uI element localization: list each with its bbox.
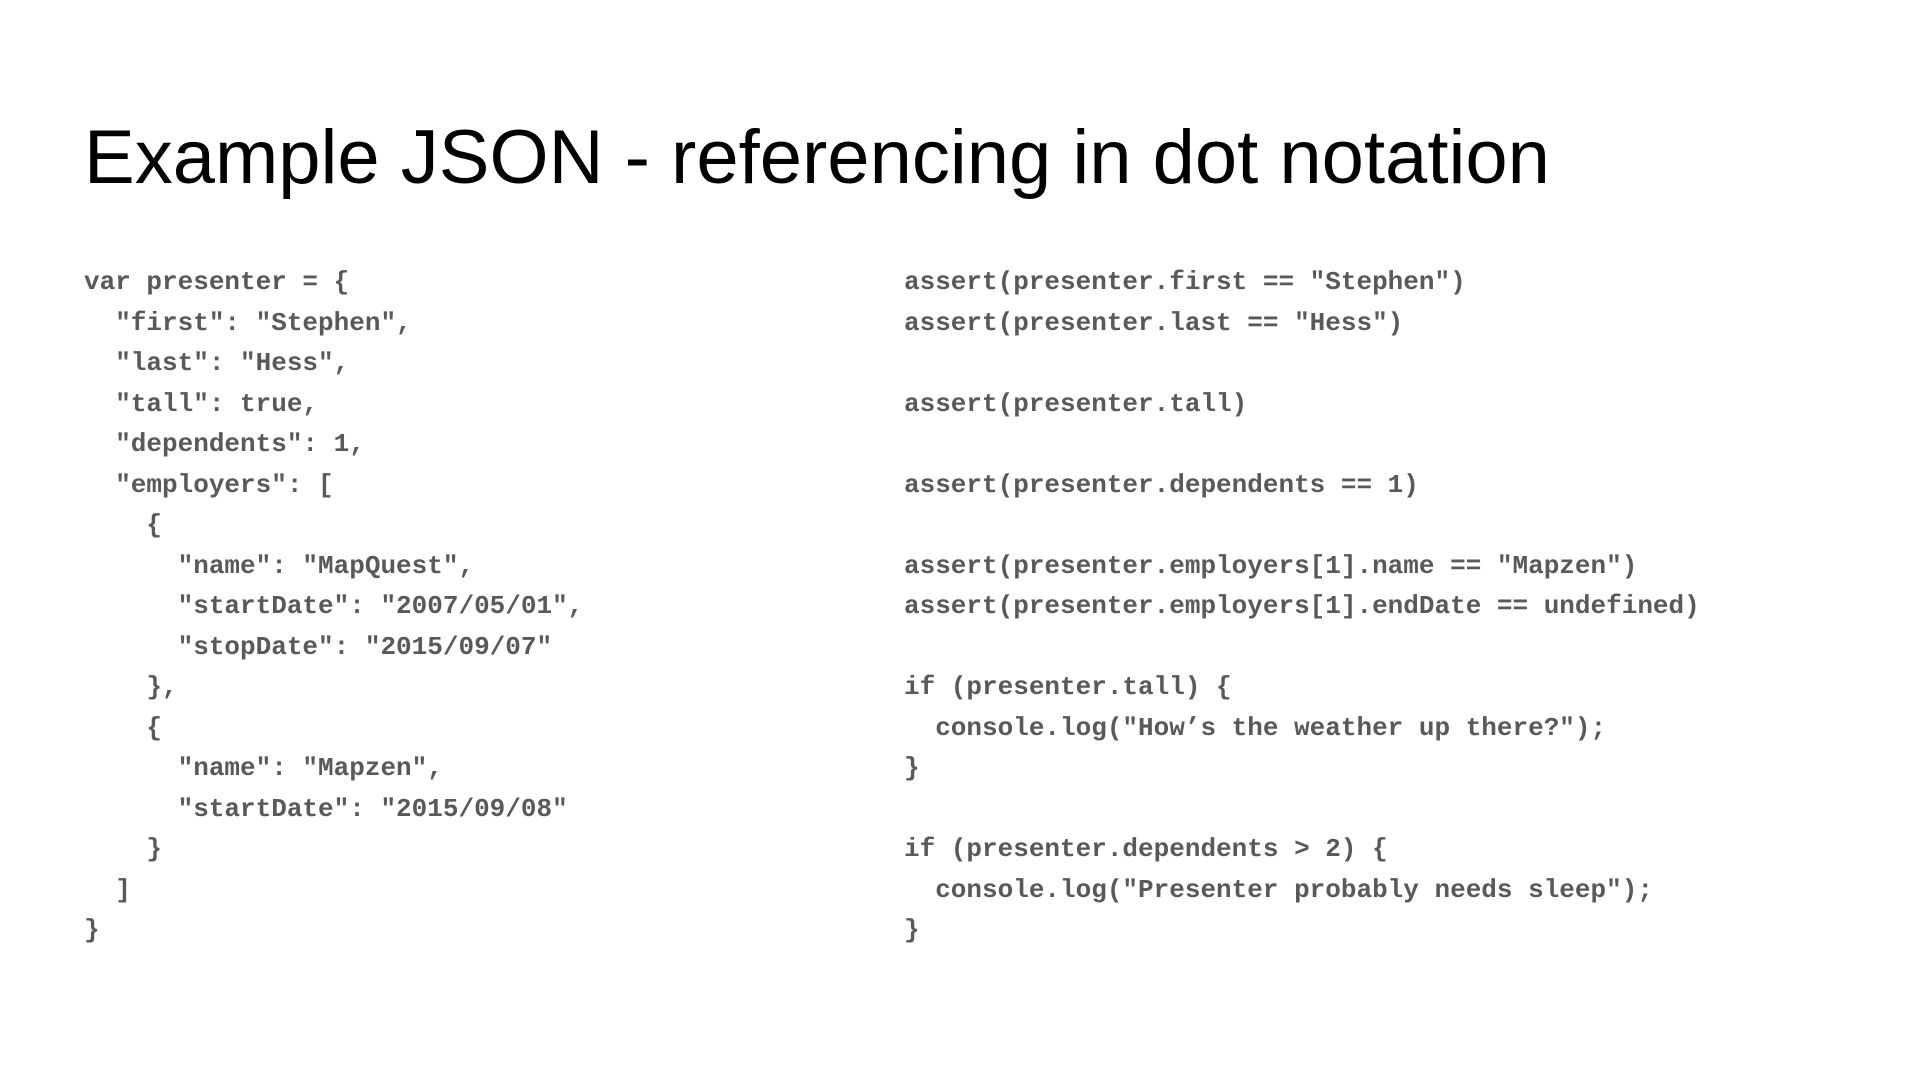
code-line: "employers": [ (84, 469, 334, 500)
code-line: "startDate": "2007/05/01", (84, 591, 584, 621)
code-line: }, (84, 672, 178, 702)
code-line: "last": "Hess", (84, 348, 350, 378)
code-line: assert(presenter.last == "Hess") (904, 307, 1404, 338)
code-line: } (904, 915, 920, 945)
code-line: } (84, 915, 100, 945)
code-line: assert(presenter.employers[1].name == "M… (904, 550, 1638, 581)
code-line: var presenter = { (84, 267, 350, 297)
code-line: console.log("Presenter probably needs sl… (904, 874, 1653, 905)
code-line: assert(presenter.tall) (904, 388, 1248, 419)
code-line: if (presenter.tall) { (904, 672, 1232, 702)
code-line: "first": "Stephen", (84, 307, 412, 338)
code-line: console.log("How’s the weather up there?… (904, 712, 1607, 743)
json-code-block: var presenter = { "first": "Stephen", "l… (84, 262, 864, 951)
code-line: "name": "Mapzen", (84, 753, 443, 783)
code-line: if (presenter.dependents > 2) { (904, 834, 1388, 864)
code-line: "name": "MapQuest", (84, 550, 475, 581)
code-line: } (84, 834, 163, 864)
code-line: assert(presenter.dependents == 1) (904, 469, 1419, 500)
code-line: { (84, 510, 163, 540)
code-line: ] (84, 874, 131, 905)
code-line: { (84, 712, 163, 743)
code-line: "stopDate": "2015/09/07" (84, 631, 553, 662)
slide: Example JSON - referencing in dot notati… (0, 0, 1920, 1080)
code-line: "tall": true, (84, 388, 319, 419)
assert-code-block: assert(presenter.first == "Stephen") ass… (904, 262, 1904, 951)
code-line: assert(presenter.employers[1].endDate ==… (904, 591, 1700, 621)
code-line: } (904, 753, 920, 783)
code-line: "dependents": 1, (84, 429, 365, 459)
code-line: assert(presenter.first == "Stephen") (904, 267, 1466, 297)
code-line: "startDate": "2015/09/08" (84, 793, 568, 824)
slide-title: Example JSON - referencing in dot notati… (84, 115, 1550, 200)
